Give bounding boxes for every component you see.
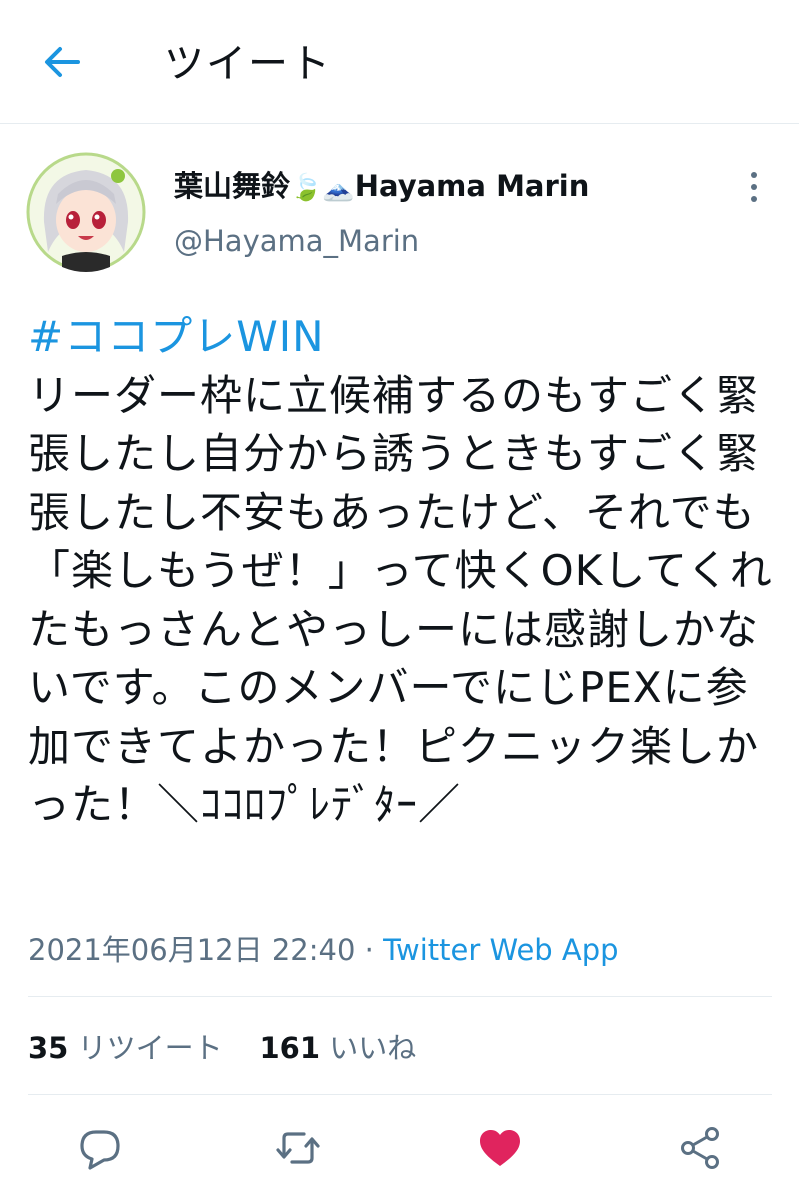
likes-stat[interactable]: 161 いいね [259, 1031, 416, 1065]
avatar[interactable] [26, 152, 146, 272]
tweet-timestamp[interactable]: 2021年06月12日 22:40 [28, 933, 355, 967]
author-name: 葉山舞鈴 [174, 169, 291, 203]
hashtag-link[interactable]: #ココプレWIN [28, 312, 325, 361]
tweet-stats: 35 リツイート 161 いいね [28, 1026, 416, 1070]
tweet-text: #ココプレWIN リーダー枠に立候補するのもすごく緊張したし自分から誘うときもす… [28, 308, 780, 835]
more-button[interactable] [740, 168, 768, 208]
author-handle[interactable]: @Hayama_Marin [174, 219, 419, 263]
share-button[interactable] [676, 1124, 724, 1172]
like-button[interactable] [476, 1124, 524, 1172]
more-vertical-icon [751, 172, 757, 202]
meta-separator: · [355, 933, 384, 967]
reply-icon [80, 1130, 120, 1170]
mountain-emoji: 🗻 [322, 173, 355, 203]
tweet-text-body: リーダー枠に立候補するのもすごく緊張したし自分から誘うときもすごく緊張したし不安… [28, 370, 773, 830]
leaf-emoji: 🍃 [290, 173, 323, 203]
likes-count: 161 [259, 1031, 321, 1065]
retweet-button[interactable] [274, 1124, 322, 1172]
avatar-image [26, 152, 146, 272]
back-button[interactable] [40, 40, 84, 84]
tweet-source[interactable]: Twitter Web App [383, 933, 619, 967]
header-bar: ツイート [0, 0, 799, 124]
arrow-left-icon [45, 47, 80, 77]
retweet-icon [276, 1132, 320, 1164]
retweets-count: 35 [28, 1031, 69, 1065]
author-name-latin: Hayama Marin [354, 169, 590, 203]
reply-button[interactable] [76, 1124, 124, 1172]
share-icon [681, 1127, 719, 1169]
page-title: ツイート [164, 41, 332, 87]
likes-label: いいね [329, 1031, 417, 1065]
retweets-label: リツイート [77, 1031, 223, 1065]
divider [28, 1094, 772, 1095]
heart-icon [480, 1130, 520, 1166]
author-display-name[interactable]: 葉山舞鈴🍃🗻Hayama Marin [174, 164, 589, 210]
divider [28, 996, 772, 997]
retweets-stat[interactable]: 35 リツイート [28, 1031, 223, 1065]
tweet-meta: 2021年06月12日 22:40 · Twitter Web App [28, 928, 619, 972]
